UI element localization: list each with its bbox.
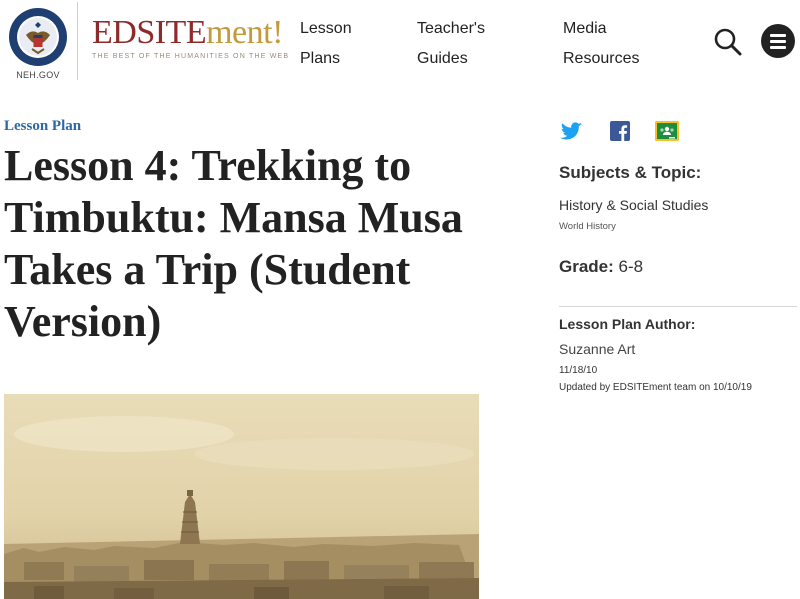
- subject-link[interactable]: History & Social Studies: [559, 197, 708, 213]
- nav-label-line1: Lesson: [300, 20, 352, 37]
- nav-label-line2: Resources: [563, 50, 640, 67]
- topic-link[interactable]: World History: [559, 221, 616, 232]
- page-title: Lesson 4: Trekking to Timbuktu: Mansa Mu…: [4, 141, 463, 346]
- neh-gov-link[interactable]: NEH.GOV: [8, 70, 68, 80]
- nav-label-line2: Plans: [300, 50, 341, 67]
- twitter-icon[interactable]: [558, 118, 584, 144]
- sidebar-divider: [559, 306, 797, 307]
- nav-lesson-plans[interactable]: Lesson Plans: [300, 14, 352, 74]
- timbuktu-engraving-image: [4, 394, 479, 599]
- brand-name-part1: EDSITE: [92, 14, 207, 51]
- nav-teachers-guides[interactable]: Teacher's Guides: [417, 14, 485, 74]
- author-heading: Lesson Plan Author:: [559, 316, 696, 332]
- nav-label-line1: Teacher's: [417, 20, 485, 37]
- brand-name-part2: ment!: [206, 14, 283, 51]
- menu-bar: [770, 34, 786, 37]
- neh-seal-icon[interactable]: [8, 7, 68, 67]
- edsitement-logo[interactable]: EDSITEment! THE BEST OF THE HUMANITIES O…: [92, 14, 290, 61]
- updated-note: Updated by EDSITEment team on 10/10/19: [559, 382, 752, 393]
- google-classroom-icon[interactable]: [654, 118, 680, 144]
- grade-level: Grade: 6-8: [559, 257, 643, 277]
- nav-media-resources[interactable]: Media Resources: [563, 14, 639, 74]
- publish-date: 11/18/10: [559, 365, 598, 376]
- header-divider: [77, 2, 78, 80]
- menu-bar: [770, 46, 786, 49]
- menu-bar: [770, 40, 786, 43]
- grade-value: 6-8: [618, 257, 644, 276]
- search-icon[interactable]: [712, 26, 744, 58]
- brand-tagline: THE BEST OF THE HUMANITIES ON THE WEB: [92, 53, 290, 60]
- author-name: Suzanne Art: [559, 341, 636, 357]
- site-header: NEH.GOV EDSITEment! THE BEST OF THE HUMA…: [0, 0, 800, 88]
- content-type-label: Lesson Plan: [4, 118, 82, 134]
- nav-label-line2: Guides: [417, 50, 468, 67]
- subjects-heading: Subjects & Topic:: [559, 163, 702, 182]
- facebook-icon[interactable]: [607, 118, 633, 144]
- hamburger-menu-icon[interactable]: [761, 24, 795, 58]
- nav-label-line1: Media: [563, 20, 607, 37]
- grade-label: Grade:: [559, 257, 614, 276]
